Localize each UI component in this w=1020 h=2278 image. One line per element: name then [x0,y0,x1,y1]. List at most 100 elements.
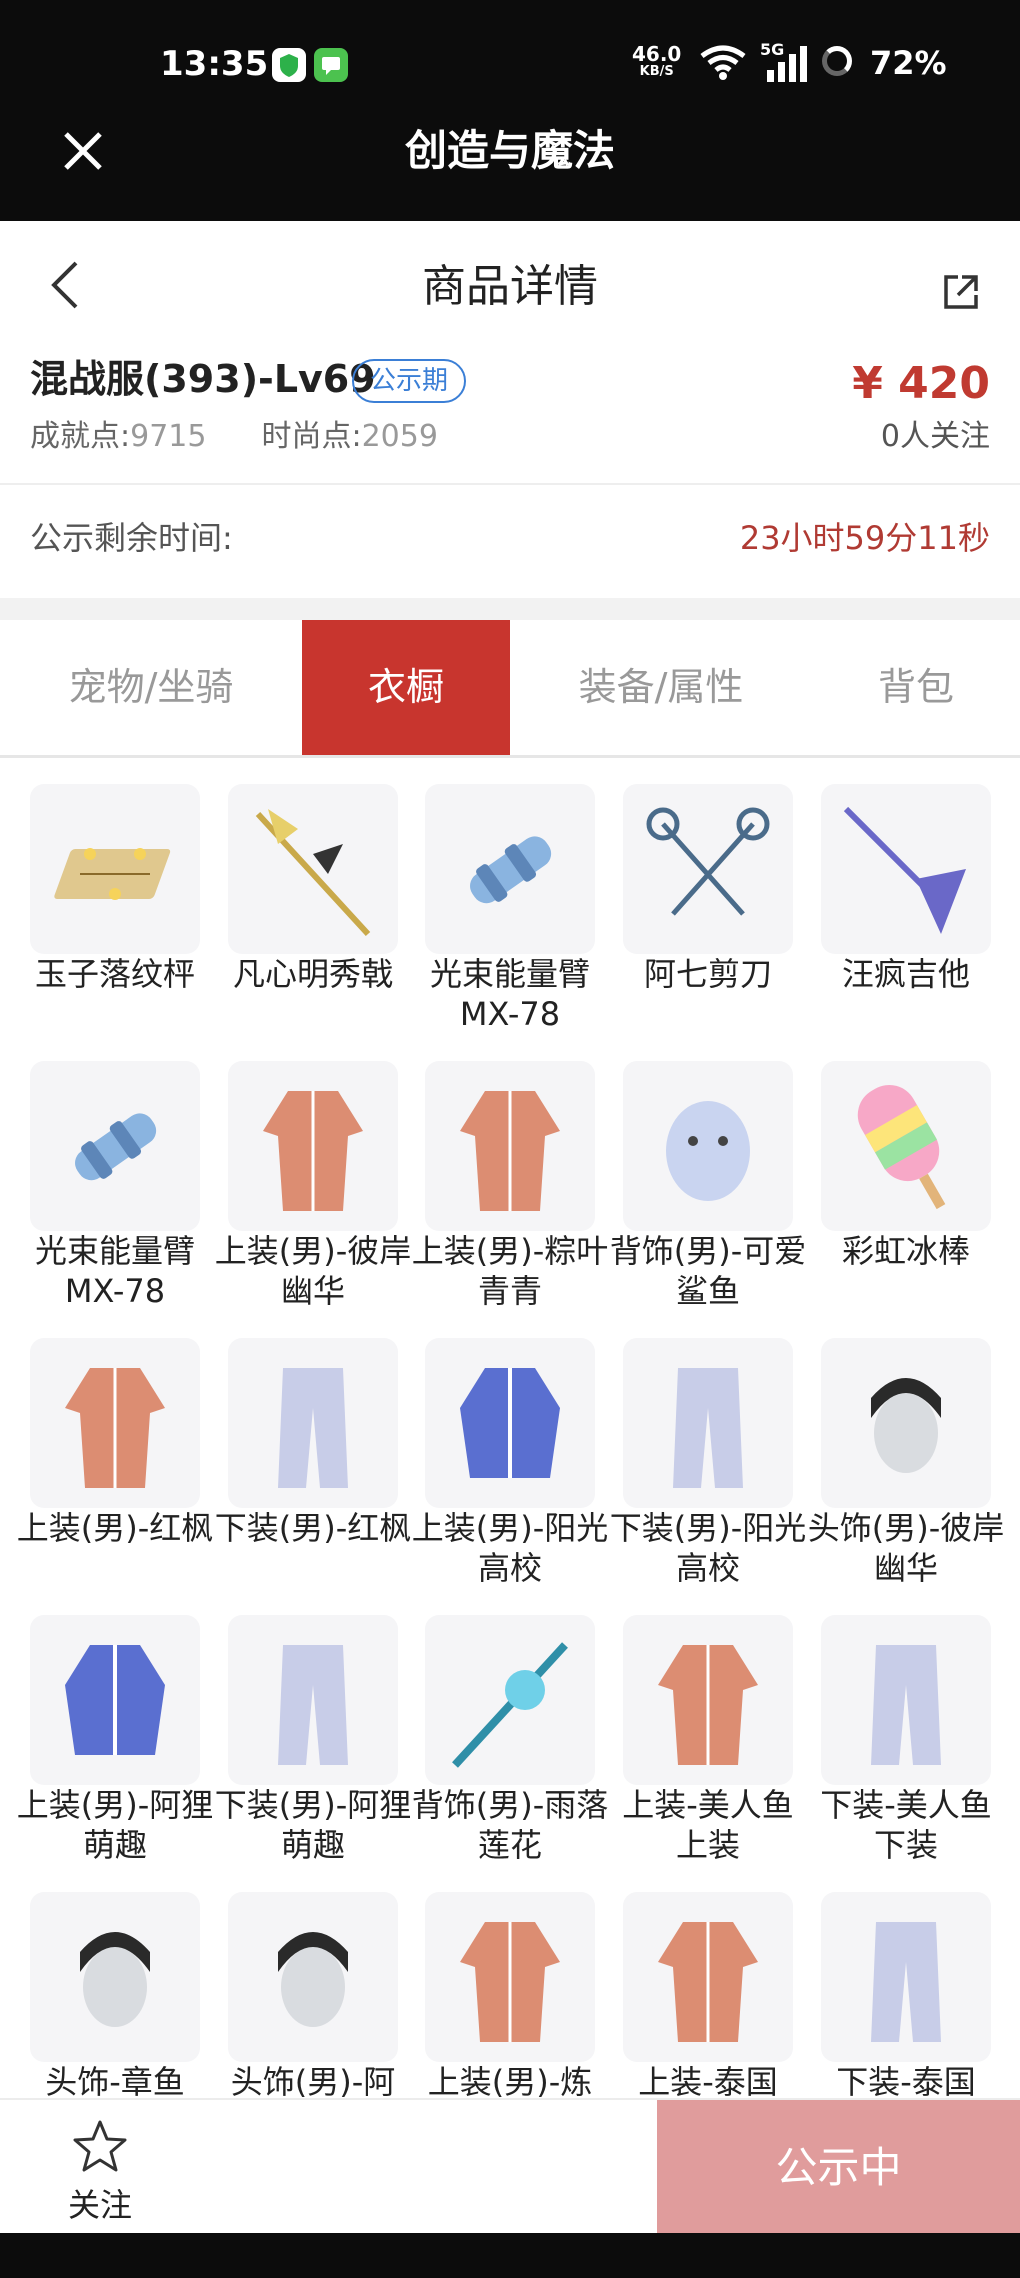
tab-equipment[interactable]: 装备/属性 [510,620,812,755]
tab-pets[interactable]: 宠物/坐骑 [0,620,302,755]
item-name: 上装(男)-彼岸幽华 [214,1232,412,1310]
status-bar: 13:35 46.0 KB/S 5G 72% [0,0,1020,130]
item-name: 上装(男)-阳光高校 [411,1509,609,1587]
message-app-icon [314,48,348,82]
wardrobe-item[interactable]: 上装(男)-彼岸幽华 [215,1035,426,1310]
head-icon [821,1338,991,1508]
wardrobe-item[interactable]: 彩虹冰棒 [821,1035,1019,1305]
item-name: 光束能量臂MX-78 [34,1232,195,1310]
wardrobe-item[interactable]: 下装-美人鱼下装 [820,1589,1019,1864]
product-info: 混战服(393)-Lv69 公示期 ¥ 420 成就点:9715 时尚点:2059… [0,353,1020,485]
item-name: 背饰(男)-可爱鲨鱼 [609,1232,807,1310]
item-name: 头饰(男)-彼岸幽华 [807,1509,1005,1587]
wardrobe-item[interactable]: 上装(男)-红枫 [17,1312,228,1582]
net-speed: 46.0 KB/S [632,42,682,79]
wardrobe-item[interactable]: 阿七剪刀 [623,758,821,1028]
fashion-value: 2059 [361,419,438,454]
wardrobe-item[interactable]: 下装(男)-阿狸萌趣 [215,1589,426,1864]
share-icon[interactable] [940,271,982,317]
follow-label: 关注 [67,2186,132,2224]
wardrobe-grid: 玉子落纹枰 凡心明秀戟 光束能量臂MX-78 阿七剪刀 汪疯吉他 光束能量臂MX-78 上装… [0,758,1020,2098]
product-points: 成就点:9715 时尚点:2059 [30,415,438,459]
jacket-icon [425,1338,595,1508]
wardrobe-item[interactable]: 光束能量臂MX-78 [425,758,623,1033]
section-divider [0,598,1020,620]
go-board-icon [30,784,200,954]
item-name: 光束能量臂MX-78 [429,955,590,1033]
item-name: 下装(男)-红枫 [214,1509,412,1547]
battery-level: 72% [870,44,947,82]
follower-count: 0人关注 [880,419,990,454]
app-title-row: 创造与魔法 [0,120,1020,220]
wardrobe-item[interactable]: 上装-美人鱼上装 [622,1589,821,1864]
guitar-icon [821,784,991,954]
countdown-label: 公示剩余时间: [30,519,233,557]
detail-header: 商品详情 [0,221,1020,353]
system-nav-bar [0,2233,1020,2278]
head-icon [228,1892,398,2062]
item-name: 上装(男)-粽叶青青 [411,1232,609,1310]
energy-arm-icon [30,1061,200,1231]
tab-backpack[interactable]: 背包 [812,620,1020,755]
item-name: 汪疯吉他 [841,955,970,993]
energy-arm-icon [425,784,595,954]
pants-icon [228,1615,398,1785]
wardrobe-item[interactable]: 上装(男)-粽叶青青 [412,1035,623,1310]
wardrobe-item[interactable]: 下装-泰国 [821,1866,1019,2098]
robe-icon [228,1061,398,1231]
item-name: 头饰-章鱼 [45,2063,185,2098]
popsicle-icon [821,1061,991,1231]
wardrobe-item[interactable]: 汪疯吉他 [821,758,1019,1028]
page-title: 商品详情 [422,261,598,312]
wardrobe-item[interactable]: 上装(男)-炼 [425,1866,623,2098]
item-name: 下装-泰国 [836,2063,976,2098]
lotus-staff-icon [425,1615,595,1785]
item-name: 下装(男)-阿狸萌趣 [214,1786,412,1864]
wardrobe-item[interactable]: 下装(男)-红枫 [215,1312,426,1582]
item-name: 背饰(男)-雨落莲花 [411,1786,609,1864]
wardrobe-item[interactable]: 背饰(男)-雨落莲花 [412,1589,623,1864]
item-name: 彩虹冰棒 [841,1232,970,1270]
wardrobe-item[interactable]: 背饰(男)-可爱鲨鱼 [610,1035,821,1310]
publicity-status-button[interactable]: 公示中 [657,2100,1020,2235]
scissors-icon [623,784,793,954]
battery-icon [822,46,852,76]
star-icon [70,2118,130,2180]
tab-wardrobe[interactable]: 衣橱 [302,620,510,755]
achievement-value: 9715 [130,419,207,454]
wardrobe-item[interactable]: 上装(男)-阿狸萌趣 [17,1589,228,1864]
robe-icon [425,1892,595,2062]
robe-icon [425,1061,595,1231]
wardrobe-item[interactable]: 头饰(男)-彼岸幽华 [808,1312,1019,1587]
wardrobe-item[interactable]: 上装-泰国 [623,1866,821,2098]
wardrobe-item[interactable]: 头饰(男)-阿 [228,1866,426,2098]
item-name: 凡心明秀戟 [232,955,393,993]
wardrobe-item[interactable]: 玉子落纹枰 [30,758,228,1028]
fashion-label: 时尚点: [261,419,362,454]
wardrobe-item[interactable]: 光束能量臂MX-78 [30,1035,228,1310]
robe-icon [30,1338,200,1508]
item-name: 下装-美人鱼下装 [820,1786,992,1864]
signal-icon [765,44,809,88]
tab-bar: 宠物/坐骑 衣橱 装备/属性 背包 [0,620,1020,758]
shield-app-icon [272,48,306,82]
countdown-row: 公示剩余时间: 23小时59分11秒 [0,485,1020,598]
shark-icon [623,1061,793,1231]
status-time: 13:35 [160,44,269,84]
item-name: 上装(男)-红枫 [16,1509,214,1547]
item-name: 上装(男)-阿狸萌趣 [16,1786,214,1864]
item-name: 玉子落纹枰 [34,955,195,993]
jacket-icon [30,1615,200,1785]
wardrobe-item[interactable]: 上装(男)-阳光高校 [412,1312,623,1587]
follow-button[interactable]: 关注 [40,2100,160,2235]
robe-icon [623,1615,793,1785]
wardrobe-item[interactable]: 头饰-章鱼 [30,1866,228,2098]
wardrobe-item[interactable]: 凡心明秀戟 [228,758,426,1028]
wardrobe-item[interactable]: 下装(男)-阳光高校 [610,1312,821,1587]
product-name: 混战服(393)-Lv69 [30,357,376,401]
achievement-label: 成就点: [30,419,131,454]
item-name: 上装(男)-炼 [427,2063,593,2098]
pants-icon [821,1615,991,1785]
pants-icon [623,1338,793,1508]
head-icon [30,1892,200,2062]
